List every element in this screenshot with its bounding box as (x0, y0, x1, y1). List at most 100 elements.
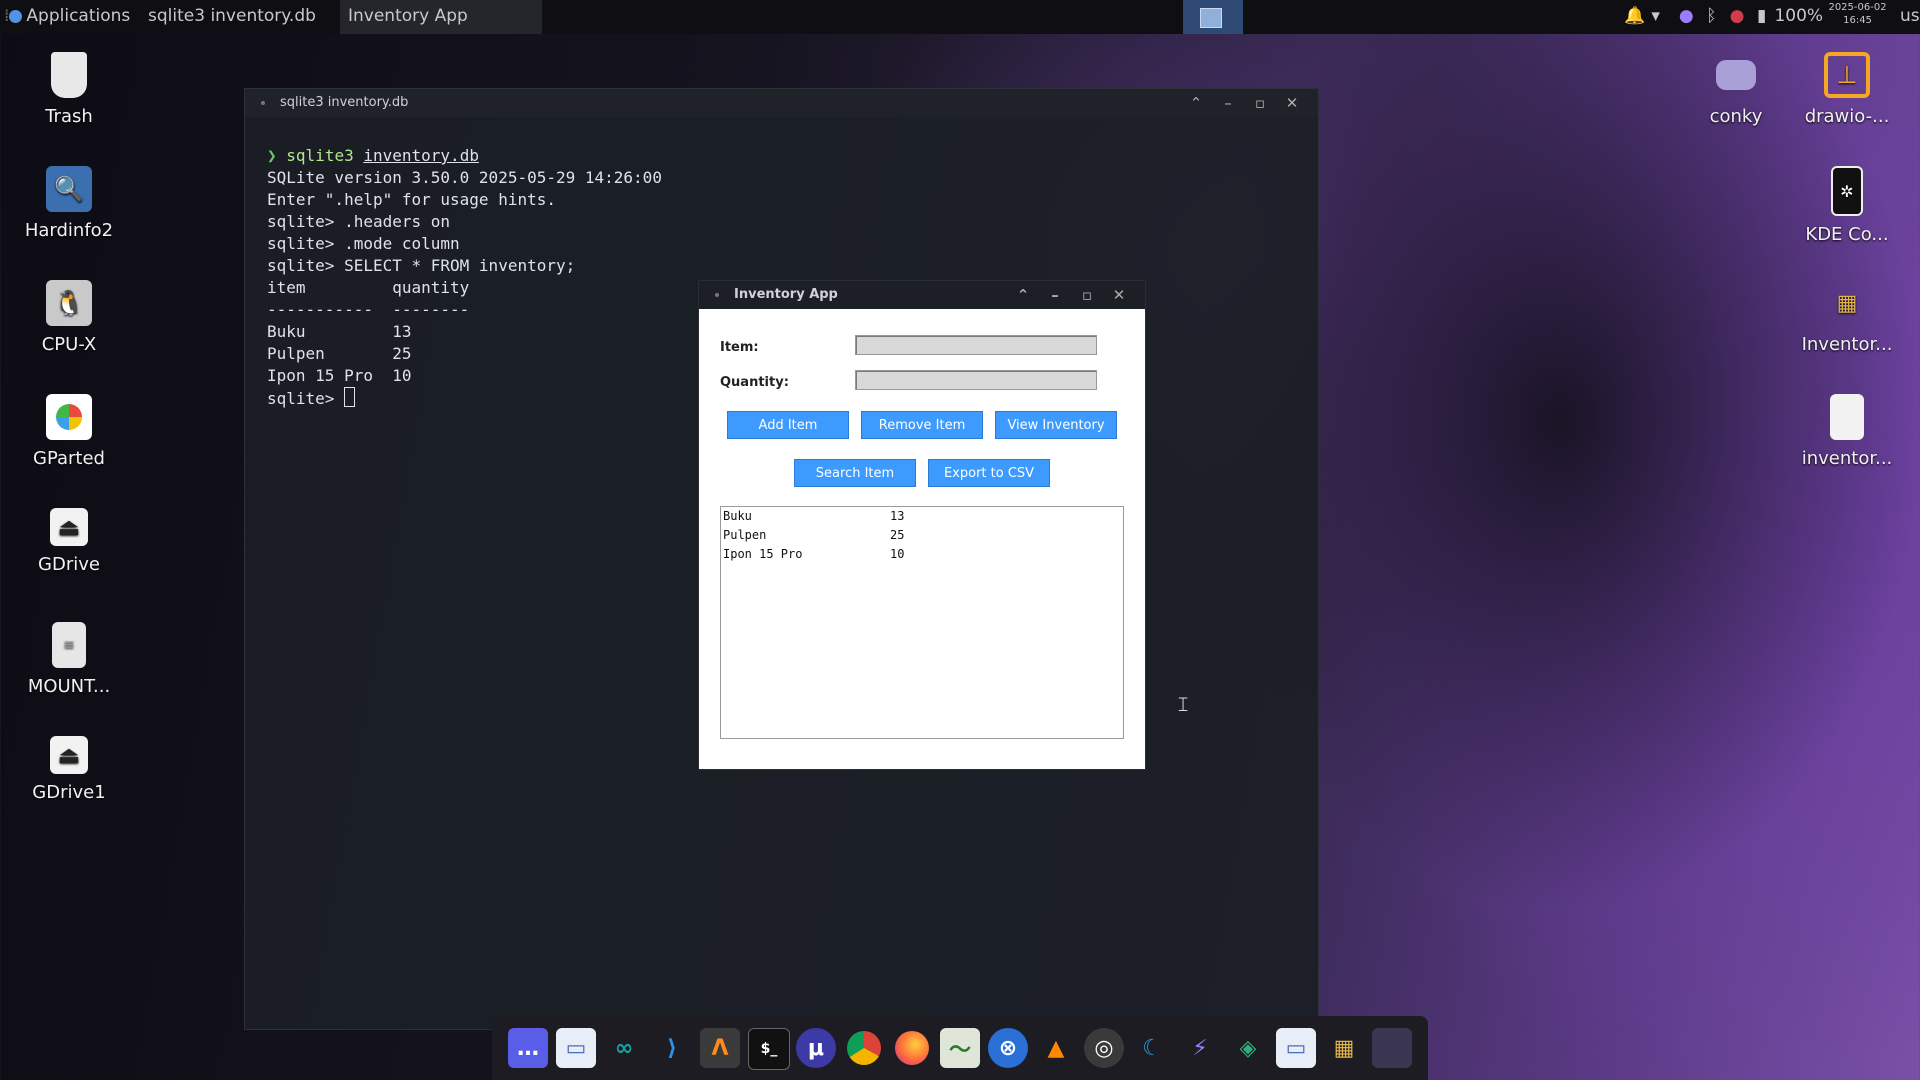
settings-icon[interactable]: ⊗ (988, 1028, 1028, 1068)
top-panel: ⁞ Applications sqlite3 inventory.db Inven… (0, 0, 1920, 34)
mouse-ibeam-cursor: 𝙸 (1176, 692, 1191, 716)
search-item-button[interactable]: Search Item (794, 459, 916, 487)
desktop-icon-gdrive[interactable]: ⏏ GDrive (9, 508, 129, 575)
desktop-icon-label: MOUNT... (27, 676, 111, 697)
inventory-list[interactable]: Buku 13 Pulpen 25 Ipon 15 Pro 10 (720, 506, 1124, 739)
system-monitor-icon[interactable]: 〜 (940, 1028, 980, 1068)
list-item[interactable]: Buku 13 (721, 507, 1123, 526)
desktop-icon-drawio[interactable]: ⊥ drawio-... (1787, 52, 1907, 127)
applications-menu[interactable]: ⁞ Applications (4, 0, 130, 34)
close-icon[interactable]: ✕ (1276, 89, 1308, 117)
terminal-output[interactable]: ❯ sqlite3 inventory.db SQLite version 3.… (267, 145, 662, 410)
obs-icon[interactable]: ◎ (1084, 1028, 1124, 1068)
terminal-line: Enter ".help" for usage hints. (267, 190, 556, 209)
window-menu-icon[interactable] (715, 293, 719, 297)
minimize-icon[interactable]: – (1039, 281, 1071, 309)
item-input[interactable] (855, 335, 1097, 355)
terminal-line: item quantity (267, 278, 470, 297)
clock-date: 2025-06-02 (1828, 2, 1887, 13)
list-item-name: Pulpen (723, 528, 767, 542)
zapzap-tray-icon[interactable]: ● (1679, 0, 1701, 32)
notification-bell-icon[interactable]: 🔔 (1624, 0, 1646, 32)
terminal-line: sqlite> SELECT * FROM inventory; (267, 256, 576, 275)
minimize-icon[interactable]: – (1212, 89, 1244, 117)
desktop-icon-label: Hardinfo2 (24, 220, 114, 241)
inventory-title: Inventory App (734, 287, 838, 302)
terminal-line: SQLite version 3.50.0 2025-05-29 14:26:0… (267, 168, 662, 187)
trash-icon (51, 52, 87, 98)
window-icon[interactable] (1372, 1028, 1412, 1068)
battery-icon[interactable]: ▮ (1757, 0, 1769, 32)
app-tray-icon[interactable]: ● (1730, 0, 1752, 32)
export-csv-button[interactable]: Export to CSV (928, 459, 1050, 487)
files-icon[interactable]: ▭ (556, 1028, 596, 1068)
terminal-prompt: sqlite> (267, 389, 345, 408)
desktop-icon-hardinfo2[interactable]: 🔍 Hardinfo2 (9, 166, 129, 241)
inventory-app-window[interactable]: Inventory App ⌃ – ▫ ✕ Item: Quantity: Add I… (698, 280, 1146, 770)
list-item-qty: 13 (890, 509, 905, 523)
bluetooth-icon[interactable]: ᛒ (1706, 0, 1724, 32)
desktop-icon-gparted[interactable]: GParted (9, 394, 129, 469)
shade-icon[interactable]: ⌃ (1007, 281, 1039, 309)
terminal-titlebar[interactable]: sqlite3 inventory.db ⌃ – ▫ ✕ (245, 89, 1318, 117)
task-sqlite3-label: sqlite3 inventory.db (148, 6, 316, 26)
vscode-icon[interactable]: ⟩ (652, 1028, 692, 1068)
conky-icon (1716, 60, 1756, 90)
desktop-icon-kde-connect[interactable]: ✲ KDE Co... (1787, 166, 1907, 245)
file-manager-icon[interactable]: ▭ (1276, 1028, 1316, 1068)
quantity-input[interactable] (855, 370, 1097, 390)
view-inventory-button[interactable]: View Inventory (995, 411, 1117, 439)
desktop-icon-label: inventor... (1801, 448, 1893, 469)
list-item[interactable]: Ipon 15 Pro 10 (721, 545, 1123, 564)
drawio-icon: ⊥ (1824, 52, 1870, 98)
user-menu[interactable]: user (1900, 0, 1920, 32)
clock[interactable]: 2025-06-02 16:45 (1828, 2, 1886, 28)
inventory-titlebar[interactable]: Inventory App ⌃ – ▫ ✕ (699, 281, 1145, 309)
command-arg: inventory.db (363, 146, 479, 165)
desktop-icon-gdrive1[interactable]: ⏏ GDrive1 (9, 736, 129, 803)
applications-icon (9, 9, 23, 23)
list-item-name: Ipon 15 Pro (723, 547, 803, 561)
desktop-icon-label: GDrive (38, 554, 100, 575)
drive-icon: ⏏ (50, 508, 88, 546)
remove-item-button[interactable]: Remove Item (861, 411, 983, 439)
text-file-icon: ≡ (52, 622, 86, 668)
terminal-line: sqlite> .headers on (267, 212, 451, 231)
vlc-icon[interactable]: ▲ (1036, 1028, 1076, 1068)
list-item[interactable]: Pulpen 25 (721, 526, 1123, 545)
firefox-icon[interactable] (892, 1028, 932, 1068)
sublime-icon[interactable]: Λ (700, 1028, 740, 1068)
utorrent-icon[interactable]: μ (796, 1028, 836, 1068)
desktop-icon-label: KDE Co... (1805, 224, 1889, 245)
app-grid-icon[interactable]: … (508, 1028, 548, 1068)
desktop-icon-conky[interactable]: conky (1676, 52, 1796, 127)
close-icon[interactable]: ✕ (1103, 281, 1135, 309)
maximize-icon[interactable]: ▫ (1071, 281, 1103, 309)
inventory-icon[interactable]: ▦ (1324, 1028, 1364, 1068)
chrome-icon[interactable] (844, 1028, 884, 1068)
workspace-pager[interactable] (1183, 0, 1243, 34)
desktop-icon-trash[interactable]: Trash (9, 52, 129, 127)
terminal-icon[interactable]: $_ (748, 1028, 790, 1070)
desktop-icon-cpu-x[interactable]: 🐧 CPU-X (9, 280, 129, 355)
shade-icon[interactable]: ⌃ (1180, 89, 1212, 117)
quantity-label: Quantity: (720, 375, 789, 390)
desktop-icon-inventory-app[interactable]: ▦ Inventor... (1787, 280, 1907, 356)
desktop-icon-mount[interactable]: ≡ MOUNT... (9, 622, 129, 697)
terminal-line: Buku 13 (267, 322, 412, 341)
window-menu-icon[interactable] (261, 101, 265, 105)
layers-icon[interactable]: ◈ (1228, 1028, 1268, 1068)
workspace-1[interactable] (1200, 8, 1222, 28)
desktop-icon-inventory-file[interactable]: inventor... (1787, 394, 1907, 469)
clock-time: 16:45 (1843, 15, 1872, 26)
maximize-icon[interactable]: ▫ (1244, 89, 1276, 117)
arduino-icon[interactable]: ∞ (604, 1028, 644, 1068)
task-sqlite3[interactable]: sqlite3 inventory.db (148, 0, 316, 34)
wifi-icon[interactable]: ▾ (1651, 0, 1673, 32)
task-inventory-app[interactable]: Inventory App (340, 0, 542, 34)
add-item-button[interactable]: Add Item (727, 411, 849, 439)
list-item-qty: 10 (890, 547, 905, 561)
battery-percent: 100% (1774, 6, 1824, 26)
kde-icon[interactable]: ☾ (1132, 1028, 1172, 1068)
zapzap-icon[interactable]: ⚡ (1180, 1028, 1220, 1068)
